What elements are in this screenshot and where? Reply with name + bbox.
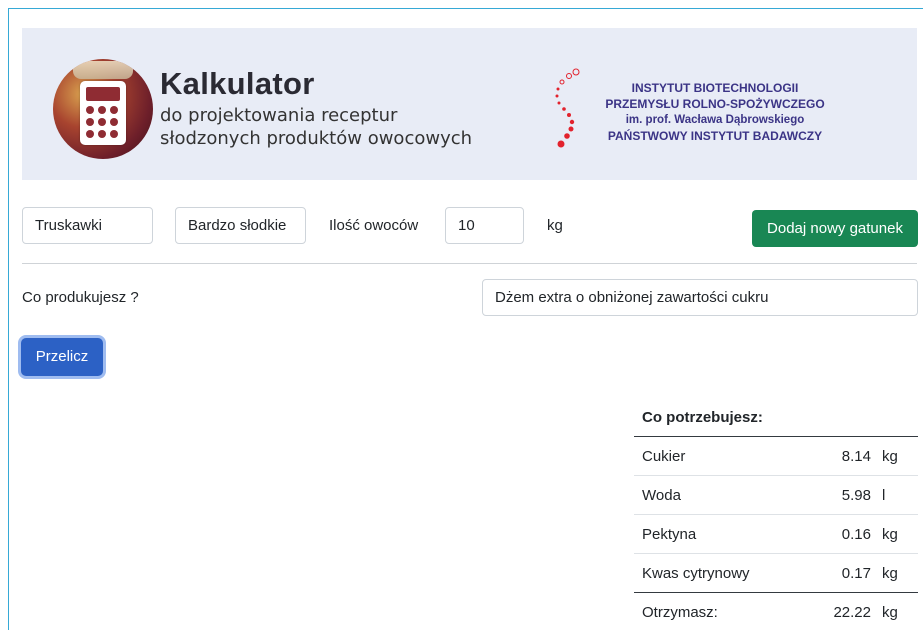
calculator-logo bbox=[53, 59, 153, 159]
quantity-unit: kg bbox=[547, 217, 563, 234]
results-heading: Co potrzebujesz: bbox=[634, 398, 918, 437]
quantity-input[interactable]: 10 bbox=[445, 207, 524, 244]
product-select[interactable]: Dżem extra o obniżonej zawartości cukru bbox=[482, 279, 918, 316]
results-table: Co potrzebujesz: Cukier 8.14 kg Woda 5.9… bbox=[634, 398, 918, 630]
calculator-icon bbox=[80, 81, 126, 145]
page-title: Kalkulator bbox=[160, 66, 315, 101]
add-variety-button[interactable]: Dodaj nowy gatunek bbox=[752, 210, 918, 247]
divider bbox=[22, 263, 917, 264]
sweetness-select[interactable]: Bardzo słodkie bbox=[175, 207, 306, 244]
quantity-label: Ilość owoców bbox=[329, 217, 419, 234]
product-label: Co produkujesz ? bbox=[22, 289, 139, 306]
table-row: Woda 5.98 l bbox=[634, 476, 918, 515]
page-subtitle-line1: do projektowania receptur bbox=[160, 105, 398, 126]
institute-logo-icon bbox=[555, 68, 580, 148]
table-row: Kwas cytrynowy 0.17 kg bbox=[634, 554, 918, 593]
page-subtitle-line2: słodzonych produktów owocowych bbox=[160, 128, 473, 149]
table-row: Cukier 8.14 kg bbox=[634, 437, 918, 476]
table-row: Pektyna 0.16 kg bbox=[634, 515, 918, 554]
institute-name: INSTYTUT BIOTECHNOLOGII PRZEMYSŁU ROLNO-… bbox=[605, 81, 825, 143]
results-total-row: Otrzymasz: 22.22 kg bbox=[634, 592, 918, 630]
calculate-button[interactable]: Przelicz bbox=[21, 338, 103, 376]
fruit-select[interactable]: Truskawki bbox=[22, 207, 153, 244]
